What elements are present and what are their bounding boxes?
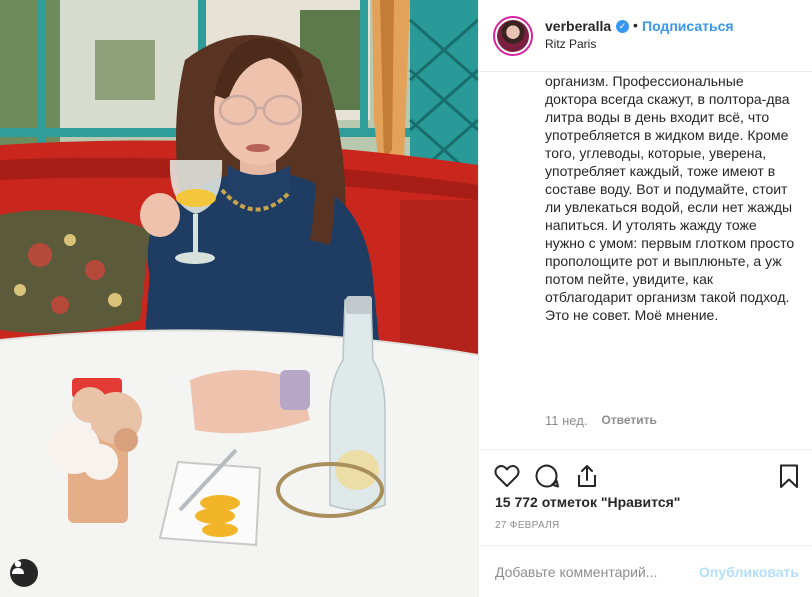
time-ago[interactable]: 11 нед. [545,413,587,428]
likes-count[interactable]: 15 772 отметок "Нравится" [495,494,680,510]
bookmark-icon[interactable] [775,462,803,490]
post-date[interactable]: 27 ФЕВРАЛЯ [495,520,560,531]
post-side-panel: verberalla ✓ • Подписаться Ritz Paris ор… [478,0,812,597]
caption-scroll-area[interactable]: организм. Профессиональные доктора всегд… [545,72,795,396]
heart-icon[interactable] [493,462,521,490]
comment-icon[interactable] [533,462,561,490]
comment-input[interactable] [495,561,695,583]
comment-bar: Опубликовать [479,545,812,597]
separator-dot: • [633,17,638,33]
follow-button[interactable]: Подписаться [642,18,734,34]
user-icon [12,560,24,574]
tagged-users-button[interactable] [10,559,38,587]
location-link[interactable]: Ritz Paris [545,37,596,51]
avatar[interactable] [493,16,533,56]
caption-meta: 11 нед. Ответить [545,410,657,430]
post-photo[interactable] [0,0,478,597]
post-header: verberalla ✓ • Подписаться Ritz Paris [479,0,812,72]
photo-illustration [0,0,478,597]
caption-text: организм. Профессиональные доктора всегд… [545,73,795,323]
share-icon[interactable] [573,462,601,490]
verified-badge-icon: ✓ [616,20,629,33]
reply-button[interactable]: Ответить [601,413,656,427]
action-bar [479,449,812,499]
username-link[interactable]: verberalla [545,18,611,34]
publish-button[interactable]: Опубликовать [699,564,799,580]
